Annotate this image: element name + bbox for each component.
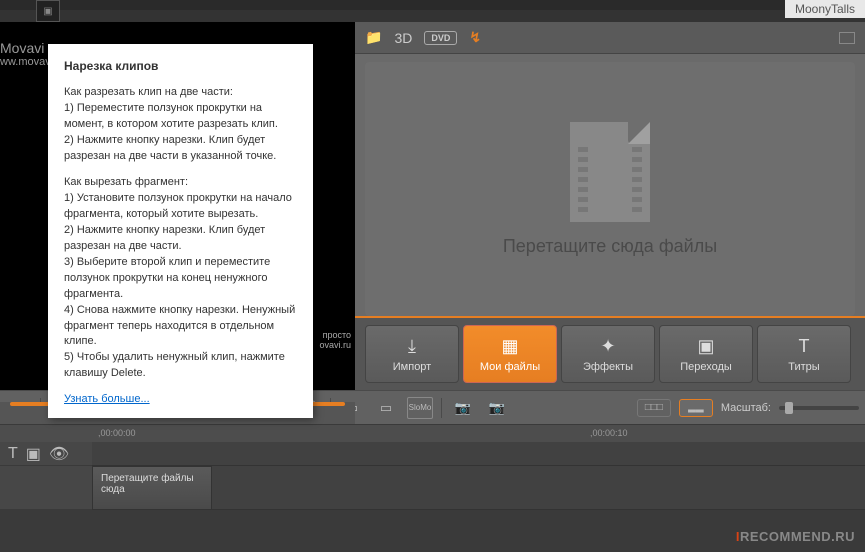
track-head-titles[interactable]: T ▣ 👁	[0, 442, 92, 466]
watermark-bottom: IRECOMMEND.RU	[736, 529, 855, 544]
zoom-mode-a[interactable]: □□□	[637, 399, 671, 417]
files-icon: ▦	[501, 336, 518, 357]
zoom-label: Масштаб:	[721, 402, 771, 414]
tooltip-p2: Как вырезать фрагмент: 1) Установите пол…	[64, 175, 297, 382]
import-icon: ⤓	[408, 336, 416, 357]
eye-icon: 👁	[49, 444, 69, 464]
camera-icon: ▣	[26, 444, 41, 464]
effects-icon: ✦	[600, 336, 615, 357]
preview-hint: просто ovavi.ru	[319, 330, 351, 350]
main-tabs: ⤓Импорт ▦Мои файлы ✦Эффекты ▣Переходы TТ…	[355, 316, 865, 390]
transitions-icon: ▣	[697, 336, 714, 357]
drop-zone-label: Перетащите сюда файлы	[503, 236, 717, 257]
track-head-video[interactable]: ▣	[0, 466, 92, 510]
slomo-button[interactable]: SloMo	[407, 397, 433, 419]
cam1-icon[interactable]: 📷	[450, 397, 476, 419]
tooltip-p1: Как разрезать клип на две части: 1) Пере…	[64, 85, 297, 165]
folder-icon[interactable]: 📁	[365, 29, 382, 46]
text-icon: T	[8, 445, 18, 463]
dvd-button[interactable]: DVD	[424, 31, 457, 45]
titles-icon: T	[799, 336, 810, 357]
tab-effects[interactable]: ✦Эффекты	[561, 325, 655, 383]
help-tooltip: Нарезка клипов Как разрезать клип на две…	[48, 44, 313, 418]
three-d-icon[interactable]: 3D	[394, 30, 412, 46]
clip2-icon[interactable]: ▭	[373, 397, 399, 419]
timeline-ruler[interactable]: ,00:00:00 ,00:00:10	[0, 424, 865, 442]
tab-transitions[interactable]: ▣Переходы	[659, 325, 753, 383]
learn-more-link[interactable]: Узнать больше...	[64, 393, 150, 405]
drop-zone[interactable]: Перетащите сюда файлы	[365, 62, 855, 316]
track-titles[interactable]	[92, 442, 865, 466]
tab-import[interactable]: ⤓Импорт	[365, 325, 459, 383]
zoom-mode-b[interactable]: ▂▂	[679, 399, 713, 417]
tooltip-title: Нарезка клипов	[64, 58, 297, 75]
tab-my-files[interactable]: ▦Мои файлы	[463, 325, 557, 383]
watermark-top: MoonyTalls	[785, 0, 865, 18]
thumb-icon: ▣	[36, 0, 60, 22]
view-mode-icon[interactable]	[839, 32, 855, 44]
placeholder-clip[interactable]: Перетащите файлы сюда	[92, 466, 212, 510]
loop-icon[interactable]: ↯	[469, 29, 481, 46]
film-file-icon	[570, 122, 650, 222]
tab-titles[interactable]: TТитры	[757, 325, 851, 383]
zoom-slider[interactable]	[779, 406, 859, 410]
cam2-icon[interactable]: 📷	[484, 397, 510, 419]
media-toolbar: 📁 3D DVD ↯	[355, 22, 865, 54]
timeline: T▣👁 ▣ Перетащите файлы сюда	[0, 442, 865, 510]
